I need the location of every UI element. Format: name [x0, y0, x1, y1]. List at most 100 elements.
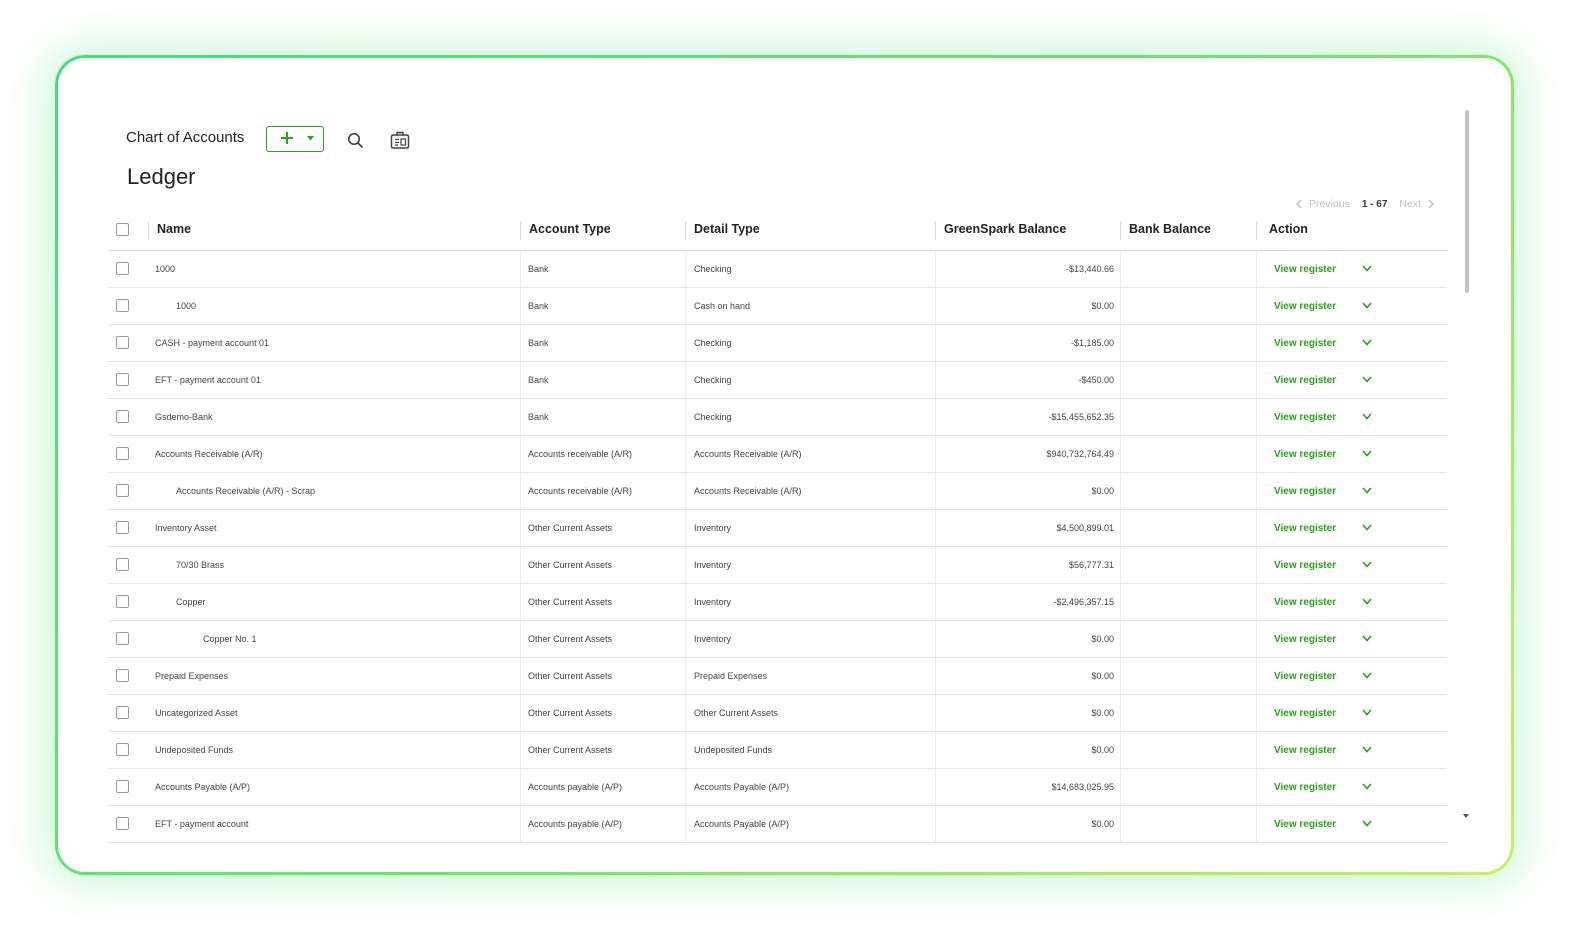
bank-balance [1120, 288, 1256, 324]
chevron-down-icon[interactable] [1362, 339, 1372, 346]
account-name: Accounts Receivable (A/R) - Scrap [176, 486, 316, 496]
detail-type: Checking [685, 325, 935, 361]
view-register-link[interactable]: View register [1274, 819, 1336, 830]
chevron-down-icon[interactable] [1362, 450, 1372, 457]
bank-balance [1120, 362, 1256, 398]
row-checkbox[interactable] [116, 299, 129, 312]
page-title: Ledger [127, 164, 196, 189]
row-checkbox[interactable] [116, 632, 129, 645]
view-register-link[interactable]: View register [1274, 708, 1336, 719]
chevron-down-icon[interactable] [1362, 524, 1372, 531]
view-register-link[interactable]: View register [1274, 634, 1336, 645]
column-header-detail-type[interactable]: Detail Type [685, 221, 760, 240]
row-checkbox[interactable] [116, 373, 129, 386]
account-type: Other Current Assets [520, 695, 685, 731]
bank-balance [1120, 621, 1256, 657]
detail-type: Accounts Receivable (A/R) [685, 436, 935, 472]
view-register-link[interactable]: View register [1274, 338, 1336, 349]
view-register-link[interactable]: View register [1274, 301, 1336, 312]
chevron-down-icon[interactable] [1362, 302, 1372, 309]
chevron-down-icon[interactable] [1362, 746, 1372, 753]
chevron-left-icon[interactable] [1295, 199, 1303, 209]
greenspark-balance: $14,683,025.95 [935, 769, 1120, 805]
detail-type: Inventory [685, 510, 935, 546]
row-checkbox[interactable] [116, 558, 129, 571]
bank-balance [1120, 769, 1256, 805]
column-header-greenspark-balance[interactable]: GreenSpark Balance [935, 221, 1066, 240]
chevron-down-icon[interactable] [1362, 672, 1372, 679]
action-cell: View register [1256, 732, 1446, 768]
bank-balance [1120, 806, 1256, 842]
chevron-down-icon[interactable] [1362, 709, 1372, 716]
chevron-down-icon[interactable] [1362, 635, 1372, 642]
view-register-link[interactable]: View register [1274, 486, 1336, 497]
chevron-down-icon[interactable] [1362, 487, 1372, 494]
action-cell: View register [1256, 436, 1446, 472]
table-row: 1000 Bank Cash on hand $0.00 View register [108, 288, 1447, 325]
account-name: Gsdemo-Bank [155, 412, 213, 422]
view-register-link[interactable]: View register [1274, 375, 1336, 386]
table-row: Gsdemo-Bank Bank Checking -$15,455,652.35 Vi… [108, 399, 1447, 436]
detail-type: Accounts Receivable (A/R) [685, 473, 935, 509]
chevron-down-icon[interactable] [1362, 265, 1372, 272]
table-body: 1000 Bank Checking -$13,440.66 View register… [108, 251, 1447, 843]
row-checkbox[interactable] [116, 484, 129, 497]
bank-balance [1120, 658, 1256, 694]
next-page-link[interactable]: Next [1399, 198, 1421, 210]
view-register-link[interactable]: View register [1274, 412, 1336, 423]
chevron-down-icon[interactable] [1362, 413, 1372, 420]
table-row: Undeposited Funds Other Current Assets Und… [108, 732, 1447, 769]
column-header-bank-balance[interactable]: Bank Balance [1120, 221, 1211, 240]
action-cell: View register [1256, 695, 1446, 731]
row-checkbox[interactable] [116, 669, 129, 682]
table-row: 70/30 Brass Other Current Assets Inventory… [108, 547, 1447, 584]
row-checkbox[interactable] [116, 595, 129, 608]
select-all-checkbox[interactable] [116, 223, 129, 236]
caret-down-icon[interactable] [307, 136, 314, 141]
greenspark-balance: $940,732,764.49 [935, 436, 1120, 472]
detail-type: Inventory [685, 584, 935, 620]
view-register-link[interactable]: View register [1274, 597, 1336, 608]
report-icon[interactable] [390, 130, 410, 150]
table-row: Accounts Receivable (A/R) - Scrap Account… [108, 473, 1447, 510]
scroll-down-arrow-icon[interactable] [1463, 814, 1469, 819]
chevron-down-icon[interactable] [1362, 598, 1372, 605]
account-type: Accounts receivable (A/R) [520, 473, 685, 509]
row-checkbox[interactable] [116, 447, 129, 460]
chevron-down-icon[interactable] [1362, 376, 1372, 383]
previous-page-link[interactable]: Previous [1309, 198, 1350, 210]
chevron-down-icon[interactable] [1362, 561, 1372, 568]
view-register-link[interactable]: View register [1274, 782, 1336, 793]
row-checkbox[interactable] [116, 262, 129, 275]
view-register-link[interactable]: View register [1274, 671, 1336, 682]
row-checkbox[interactable] [116, 706, 129, 719]
chevron-down-icon[interactable] [1362, 820, 1372, 827]
view-register-link[interactable]: View register [1274, 264, 1336, 275]
column-header-account-type[interactable]: Account Type [520, 221, 611, 240]
app-title: Chart of Accounts [126, 129, 245, 146]
row-checkbox[interactable] [116, 817, 129, 830]
row-checkbox[interactable] [116, 521, 129, 534]
chevron-right-icon[interactable] [1427, 199, 1435, 209]
row-checkbox[interactable] [116, 410, 129, 423]
view-register-link[interactable]: View register [1274, 560, 1336, 571]
row-checkbox[interactable] [116, 780, 129, 793]
account-name: Uncategorized Asset [155, 708, 238, 718]
account-name: Undeposited Funds [155, 745, 234, 755]
column-header-action: Action [1256, 221, 1308, 240]
row-checkbox[interactable] [116, 743, 129, 756]
chevron-down-icon[interactable] [1362, 783, 1372, 790]
scrollbar-thumb[interactable] [1465, 110, 1469, 293]
new-account-button[interactable] [266, 126, 324, 152]
table-row: Copper No. 1 Other Current Assets Inventor… [108, 621, 1447, 658]
account-type: Bank [520, 399, 685, 435]
column-header-name[interactable]: Name [148, 221, 191, 240]
detail-type: Checking [685, 362, 935, 398]
view-register-link[interactable]: View register [1274, 523, 1336, 534]
greenspark-balance: $0.00 [935, 732, 1120, 768]
account-name: 1000 [176, 301, 197, 311]
search-icon[interactable] [347, 132, 364, 149]
view-register-link[interactable]: View register [1274, 745, 1336, 756]
view-register-link[interactable]: View register [1274, 449, 1336, 460]
row-checkbox[interactable] [116, 336, 129, 349]
